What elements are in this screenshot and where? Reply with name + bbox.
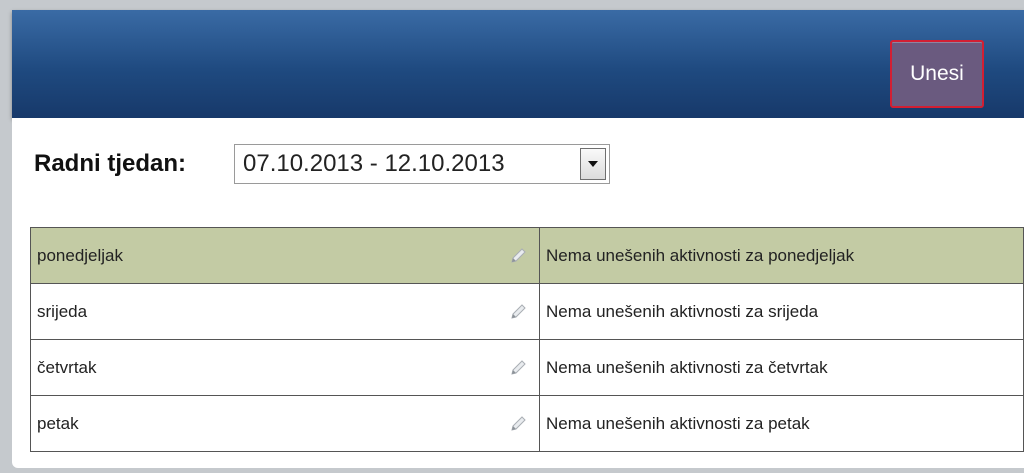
activity-cell: Nema unešenih aktivnosti za ponedjeljak <box>539 227 1024 284</box>
day-cell: ponedjeljak <box>30 227 540 284</box>
days-table: ponedjeljak Nema unešenih aktivnosti za … <box>30 227 1024 452</box>
activity-cell: Nema unešenih aktivnosti za srijeda <box>539 283 1024 340</box>
week-select-value: 07.10.2013 - 12.10.2013 <box>243 150 505 177</box>
content-panel: Radni tjedan: 07.10.2013 - 12.10.2013 po… <box>12 118 1024 468</box>
activity-cell: Nema unešenih aktivnosti za petak <box>539 395 1024 452</box>
day-label: petak <box>37 413 79 433</box>
unesi-button[interactable]: Unesi <box>890 40 984 108</box>
day-cell: četvrtak <box>30 339 540 396</box>
day-label: četvrtak <box>37 357 97 377</box>
table-row: ponedjeljak Nema unešenih aktivnosti za … <box>30 227 1024 284</box>
activity-cell: Nema unešenih aktivnosti za četvrtak <box>539 339 1024 396</box>
pencil-icon[interactable] <box>509 359 527 377</box>
day-label: ponedjeljak <box>37 245 124 265</box>
chevron-down-icon[interactable] <box>580 148 606 180</box>
pencil-icon[interactable] <box>509 303 527 321</box>
app-window: Unesi Radni tjedan: 07.10.2013 - 12.10.2… <box>0 0 1024 473</box>
day-cell: srijeda <box>30 283 540 340</box>
week-select[interactable]: 07.10.2013 - 12.10.2013 <box>234 144 610 184</box>
table-row: petak Nema unešenih aktivnosti za petak <box>30 395 1024 452</box>
table-row: srijeda Nema unešenih aktivnosti za srij… <box>30 283 1024 340</box>
day-label: srijeda <box>37 301 88 321</box>
day-cell: petak <box>30 395 540 452</box>
pencil-icon[interactable] <box>509 415 527 433</box>
week-label: Radni tjedan: <box>34 150 187 177</box>
pencil-icon[interactable] <box>509 247 527 265</box>
table-row: četvrtak Nema unešenih aktivnosti za čet… <box>30 339 1024 396</box>
header-bar: Unesi <box>12 10 1024 118</box>
